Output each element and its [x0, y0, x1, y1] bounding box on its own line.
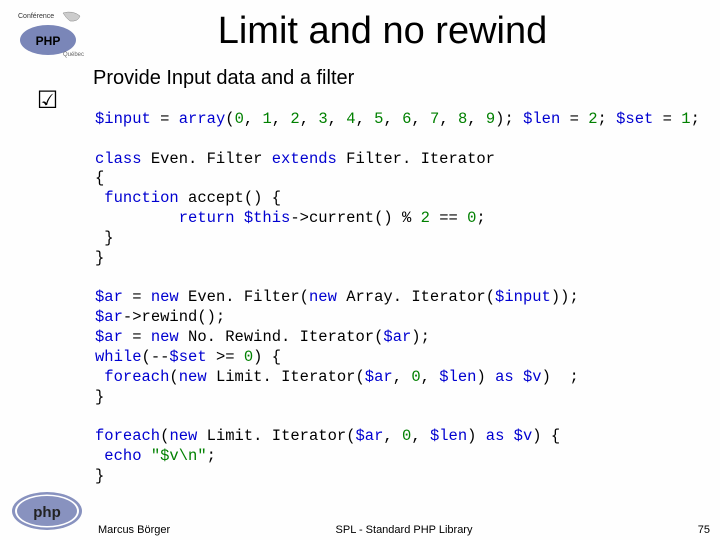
slide-main: Limit and no rewind Provide Input data a… — [95, 0, 720, 540]
code-block: $input = array(0, 1, 2, 3, 4, 5, 6, 7, 8… — [95, 110, 710, 487]
conference-php-logo: PHP Conférence Québec — [8, 8, 88, 58]
sidebar: PHP Conférence Québec ☑ php — [0, 0, 95, 540]
svg-text:Québec: Québec — [63, 52, 84, 58]
svg-text:PHP: PHP — [35, 34, 60, 48]
footer: Marcus Börger SPL - Standard PHP Library… — [98, 524, 710, 536]
svg-text:Conférence: Conférence — [18, 13, 54, 20]
slide-title: Limit and no rewind — [55, 10, 710, 53]
page-number: 75 — [698, 524, 710, 536]
footer-author: Marcus Börger — [98, 524, 170, 536]
checkmark-bullet-icon: ☑ — [37, 86, 59, 115]
svg-text:php: php — [33, 504, 61, 521]
slide-subtitle: Provide Input data and a filter — [93, 67, 710, 90]
footer-title: SPL - Standard PHP Library — [336, 524, 473, 536]
php-logo: php — [10, 490, 85, 532]
